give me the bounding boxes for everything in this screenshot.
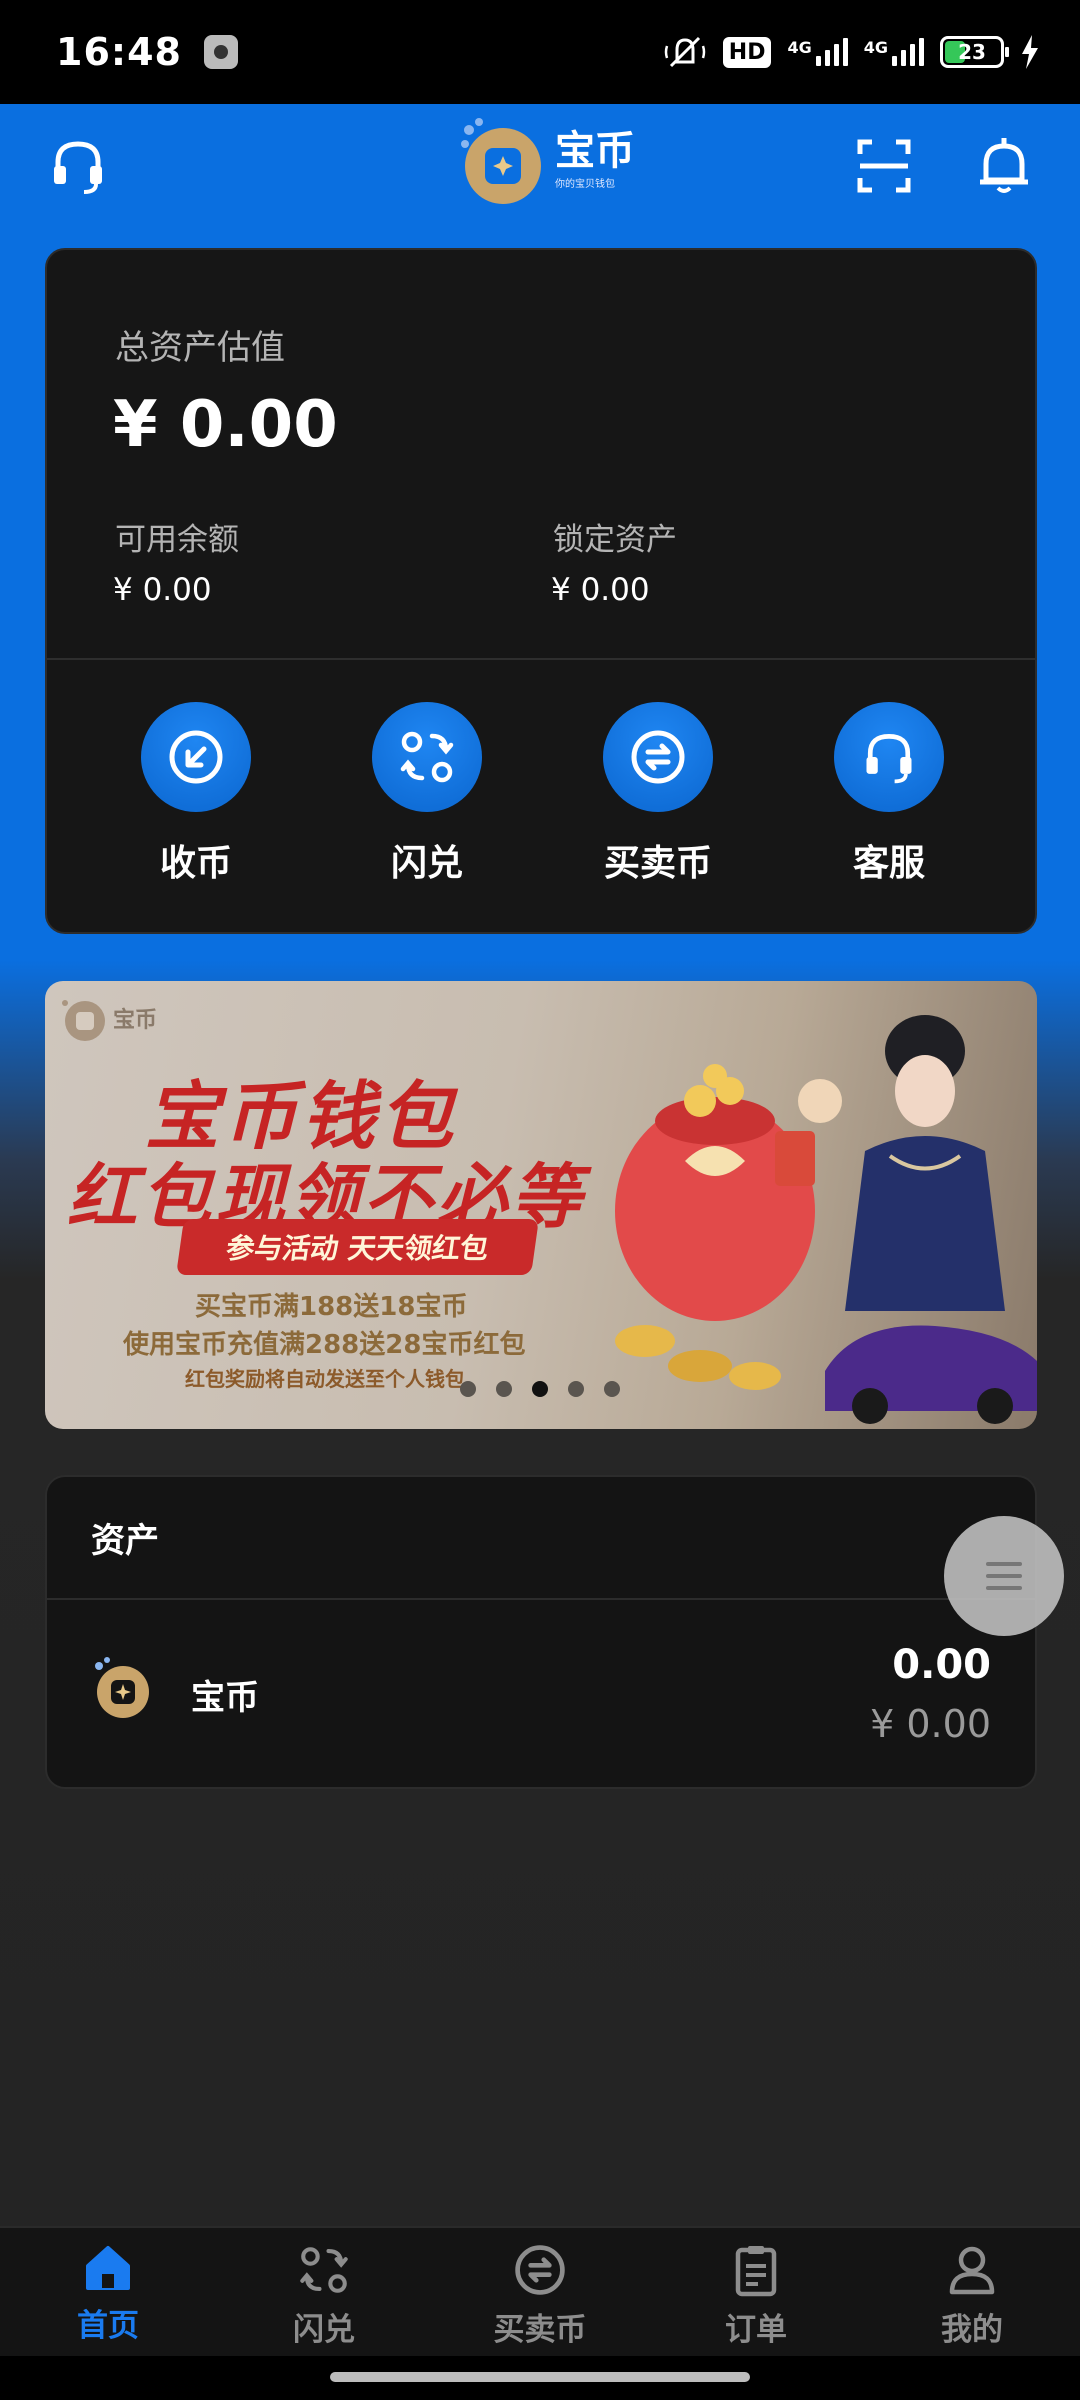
headset-icon[interactable] bbox=[46, 134, 110, 198]
nav-profile-label: 我的 bbox=[941, 2312, 1003, 2348]
pagination-dot-active[interactable] bbox=[532, 1381, 548, 1397]
hd-badge: HD bbox=[722, 36, 772, 68]
assets-title: 资产 bbox=[47, 1477, 1035, 1600]
bottom-navigation: 首页 闪兑 买卖币 订单 我的 bbox=[0, 2226, 1080, 2356]
asset-name: 宝币 bbox=[191, 1678, 259, 1718]
exchange-icon bbox=[515, 2245, 565, 2295]
app-name: 宝币 bbox=[555, 127, 635, 174]
assets-section: 资产 宝币 0.00 ¥ 0.00 bbox=[45, 1475, 1037, 1789]
locked-assets-label: 锁定资产 bbox=[553, 522, 677, 558]
status-time: 16:48 bbox=[56, 30, 182, 74]
user-icon bbox=[949, 2246, 995, 2295]
promo-banner[interactable]: 宝币 宝币钱包 红包现领不必等 参与活动 天天领红包 买宝币满188送18宝币 … bbox=[45, 981, 1037, 1429]
network-type-2: 4G bbox=[863, 38, 888, 57]
flash-swap-label: 闪兑 bbox=[390, 843, 463, 884]
pagination-dot[interactable] bbox=[496, 1381, 512, 1397]
silent-icon bbox=[664, 36, 706, 68]
app-logo: 宝币 你的宝贝钱包 bbox=[455, 112, 635, 208]
asset-row[interactable]: 宝币 0.00 ¥ 0.00 bbox=[47, 1600, 1035, 1787]
buy-sell-button[interactable]: 买卖币 bbox=[568, 702, 748, 886]
status-bar: 16:48 HD 4G 4G 23 bbox=[0, 0, 1080, 104]
app-slogan: 你的宝贝钱包 bbox=[555, 178, 615, 190]
nav-profile[interactable]: 我的 bbox=[864, 2228, 1080, 2356]
flash-swap-button[interactable]: 闪兑 bbox=[337, 702, 517, 886]
headset-icon bbox=[866, 734, 912, 784]
battery-level: 23 bbox=[958, 40, 986, 64]
nav-home-label: 首页 bbox=[77, 2308, 139, 2344]
logo-mark-icon bbox=[461, 118, 541, 204]
receive-button[interactable]: 收币 bbox=[106, 702, 286, 886]
pagination-dot[interactable] bbox=[568, 1381, 584, 1397]
coin-logo-icon bbox=[95, 1657, 149, 1718]
nav-home[interactable]: 首页 bbox=[0, 2228, 216, 2356]
nav-flash-swap[interactable]: 闪兑 bbox=[216, 2228, 432, 2356]
logo-mark-icon bbox=[62, 1000, 105, 1041]
app-notification-icon bbox=[203, 35, 238, 69]
banner-offer-2: 使用宝币充值满288送28宝币红包 bbox=[123, 1330, 526, 1360]
available-balance-value: ¥ 0.00 bbox=[113, 572, 212, 608]
signal-icon: 4G bbox=[864, 38, 924, 66]
home-indicator[interactable] bbox=[330, 2372, 750, 2382]
charging-icon bbox=[1022, 35, 1038, 69]
banner-logo-text: 宝币 bbox=[113, 1008, 158, 1033]
banner-illustration bbox=[615, 1015, 1037, 1424]
asset-amount: 0.00 bbox=[892, 1642, 991, 1688]
swap-icon bbox=[300, 2247, 348, 2293]
card-divider bbox=[47, 658, 1035, 660]
nav-orders-label: 订单 bbox=[725, 2312, 787, 2348]
locked-assets-value: ¥ 0.00 bbox=[551, 572, 650, 608]
signal-icon: 4G bbox=[787, 38, 848, 66]
customer-service-label: 客服 bbox=[852, 843, 925, 884]
order-icon bbox=[735, 2246, 777, 2297]
asset-cny-value: ¥ 0.00 bbox=[870, 1702, 991, 1746]
bell-icon[interactable] bbox=[972, 134, 1036, 198]
nav-buy-sell-label: 买卖币 bbox=[493, 2312, 587, 2348]
banner-pagination bbox=[0, 1381, 1080, 1397]
total-assets-label: 总资产估值 bbox=[115, 328, 285, 368]
banner-offer-1: 买宝币满188送18宝币 bbox=[195, 1292, 468, 1322]
network-type-1: 4G bbox=[787, 38, 812, 57]
scan-icon[interactable] bbox=[852, 134, 916, 198]
top-header: 宝币 你的宝贝钱包 bbox=[0, 104, 1080, 224]
nav-flash-swap-label: 闪兑 bbox=[293, 2312, 355, 2348]
pagination-dot[interactable] bbox=[604, 1381, 620, 1397]
pagination-dot[interactable] bbox=[460, 1381, 476, 1397]
floating-menu-button[interactable] bbox=[944, 1516, 1064, 1636]
exchange-icon bbox=[631, 730, 685, 784]
asset-summary-card: 总资产估值 ¥ 0.00 可用余额 ¥ 0.00 锁定资产 ¥ 0.00 收币 bbox=[45, 248, 1037, 934]
status-indicators: HD 4G 4G 23 bbox=[663, 32, 1040, 72]
nav-orders[interactable]: 订单 bbox=[648, 2228, 864, 2356]
buy-sell-label: 买卖币 bbox=[603, 843, 712, 884]
total-assets-value: ¥ 0.00 bbox=[113, 388, 338, 462]
receive-label: 收币 bbox=[159, 843, 232, 884]
swap-icon bbox=[400, 731, 454, 783]
banner-activity-pill: 参与活动 天天领红包 bbox=[176, 1219, 539, 1275]
customer-service-button[interactable]: 客服 bbox=[799, 702, 979, 886]
nav-buy-sell[interactable]: 买卖币 bbox=[432, 2228, 648, 2356]
battery-icon: 23 bbox=[940, 36, 1009, 68]
app-screen: 16:48 HD 4G 4G 23 宝币 你的宝贝钱包 总资产估值 ¥ 0.00… bbox=[0, 0, 1080, 2400]
banner-logo: 宝币 bbox=[57, 993, 157, 1043]
available-balance-label: 可用余额 bbox=[115, 522, 239, 558]
home-icon bbox=[86, 2246, 130, 2290]
receive-icon bbox=[169, 730, 223, 784]
